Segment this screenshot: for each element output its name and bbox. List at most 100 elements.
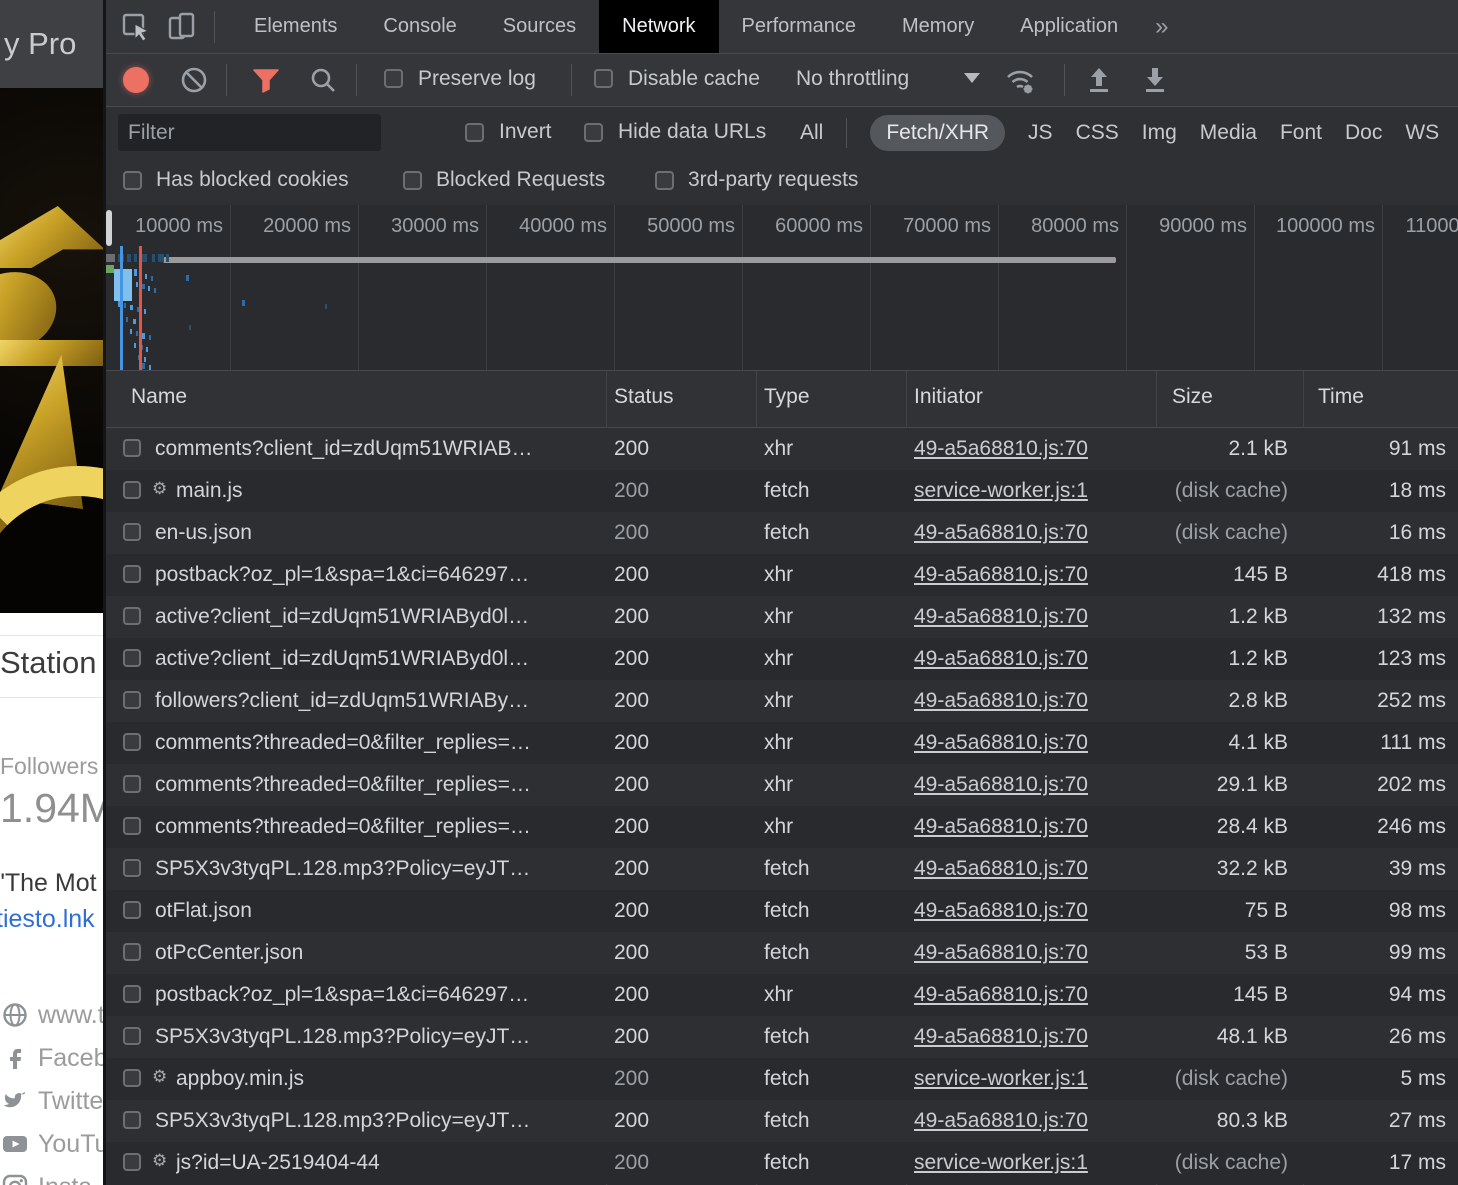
- disable-cache-checkbox[interactable]: [594, 69, 613, 88]
- row-checkbox[interactable]: [123, 943, 141, 961]
- table-row[interactable]: SP5X3v3tyqPL.128.mp3?Policy=eyJT…200fetc…: [106, 1100, 1458, 1142]
- request-initiator-link[interactable]: 49-a5a68810.js:70: [914, 521, 1088, 545]
- row-checkbox[interactable]: [123, 1069, 141, 1087]
- row-checkbox[interactable]: [123, 901, 141, 919]
- row-checkbox[interactable]: [123, 607, 141, 625]
- row-checkbox[interactable]: [123, 775, 141, 793]
- option-label[interactable]: Has blocked cookies: [156, 168, 349, 192]
- tab-network[interactable]: Network: [599, 0, 718, 53]
- checkbox[interactable]: [655, 171, 674, 190]
- request-name[interactable]: active?client_id=zdUqm51WRIAByd0l…: [155, 647, 529, 671]
- chevron-down-icon[interactable]: [964, 73, 980, 83]
- request-initiator-link[interactable]: 49-a5a68810.js:70: [914, 647, 1088, 671]
- social-link-label[interactable]: YouTu: [38, 1130, 103, 1159]
- table-row[interactable]: followers?client_id=zdUqm51WRIABy…200xhr…: [106, 680, 1458, 722]
- request-initiator-link[interactable]: 49-a5a68810.js:70: [914, 815, 1088, 839]
- tab-elements[interactable]: Elements: [231, 0, 360, 53]
- request-initiator-link[interactable]: service-worker.js:1: [914, 479, 1088, 503]
- request-name[interactable]: followers?client_id=zdUqm51WRIABy…: [155, 689, 529, 713]
- hide-data-urls-checkbox[interactable]: [584, 123, 603, 142]
- record-icon[interactable]: [123, 67, 149, 93]
- row-checkbox[interactable]: [123, 439, 141, 457]
- filter-type-font[interactable]: Font: [1280, 121, 1322, 145]
- import-har-icon[interactable]: [1084, 65, 1114, 95]
- table-row[interactable]: active?client_id=zdUqm51WRIAByd0l…200xhr…: [106, 638, 1458, 680]
- table-row[interactable]: comments?client_id=zdUqm51WRIAB…200xhr49…: [106, 428, 1458, 470]
- row-checkbox[interactable]: [123, 1111, 141, 1129]
- tab-memory[interactable]: Memory: [879, 0, 997, 53]
- social-link-item[interactable]: Insta: [0, 1170, 103, 1185]
- device-toolbar-icon[interactable]: [166, 11, 198, 43]
- filter-type-img[interactable]: Img: [1142, 121, 1177, 145]
- station-button[interactable]: Station: [0, 645, 97, 681]
- throttling-select[interactable]: No throttling: [796, 67, 909, 91]
- request-name[interactable]: otFlat.json: [155, 899, 252, 923]
- checkbox[interactable]: [123, 171, 142, 190]
- column-header-size[interactable]: Size: [1172, 385, 1213, 409]
- request-name[interactable]: comments?threaded=0&filter_replies=…: [155, 815, 531, 839]
- filter-type-ws[interactable]: WS: [1405, 121, 1439, 145]
- table-row[interactable]: postback?oz_pl=1&spa=1&ci=646297…200xhr4…: [106, 554, 1458, 596]
- tab-sources[interactable]: Sources: [480, 0, 599, 53]
- table-row[interactable]: comments?threaded=0&filter_replies=…200x…: [106, 764, 1458, 806]
- table-row[interactable]: SP5X3v3tyqPL.128.mp3?Policy=eyJT…200fetc…: [106, 848, 1458, 890]
- table-row[interactable]: postback?oz_pl=1&spa=1&ci=646297…200xhr4…: [106, 974, 1458, 1016]
- tab-application[interactable]: Application: [997, 0, 1141, 53]
- network-conditions-icon[interactable]: [1004, 64, 1036, 96]
- social-link-item[interactable]: Faceb: [0, 1041, 103, 1084]
- filter-type-css[interactable]: CSS: [1076, 121, 1119, 145]
- request-initiator-link[interactable]: 49-a5a68810.js:70: [914, 437, 1088, 461]
- filter-type-all[interactable]: All: [800, 121, 823, 145]
- filter-type-media[interactable]: Media: [1200, 121, 1257, 145]
- social-link-item[interactable]: Twitte: [0, 1084, 103, 1127]
- social-link-item[interactable]: www.t: [0, 998, 103, 1041]
- tab-performance[interactable]: Performance: [719, 0, 880, 53]
- clear-icon[interactable]: [180, 66, 208, 94]
- social-link-item[interactable]: YouTu: [0, 1127, 103, 1170]
- request-initiator-link[interactable]: 49-a5a68810.js:70: [914, 983, 1088, 1007]
- request-initiator-link[interactable]: 49-a5a68810.js:70: [914, 689, 1088, 713]
- request-name[interactable]: otPcCenter.json: [155, 941, 303, 965]
- export-har-icon[interactable]: [1140, 65, 1170, 95]
- request-name[interactable]: comments?client_id=zdUqm51WRIAB…: [155, 437, 533, 461]
- timeline-scroll-handle[interactable]: [106, 210, 112, 246]
- bio-link[interactable]: tiesto.lnk: [0, 905, 95, 934]
- filter-type-doc[interactable]: Doc: [1345, 121, 1382, 145]
- table-row[interactable]: otPcCenter.json200fetch49-a5a68810.js:70…: [106, 932, 1458, 974]
- row-checkbox[interactable]: [123, 649, 141, 667]
- column-header-name[interactable]: Name: [131, 385, 187, 409]
- row-checkbox[interactable]: [123, 691, 141, 709]
- hide-data-urls-label[interactable]: Hide data URLs: [618, 120, 766, 144]
- tab-console[interactable]: Console: [360, 0, 479, 53]
- request-name[interactable]: appboy.min.js: [176, 1067, 304, 1091]
- column-header-initiator[interactable]: Initiator: [914, 385, 983, 409]
- request-name[interactable]: comments?threaded=0&filter_replies=…: [155, 731, 531, 755]
- request-initiator-link[interactable]: 49-a5a68810.js:70: [914, 1109, 1088, 1133]
- request-initiator-link[interactable]: 49-a5a68810.js:70: [914, 731, 1088, 755]
- table-row[interactable]: comments?threaded=0&filter_replies=…200x…: [106, 806, 1458, 848]
- disable-cache-label[interactable]: Disable cache: [628, 67, 760, 91]
- option-label[interactable]: 3rd-party requests: [688, 168, 858, 192]
- column-header-time[interactable]: Time: [1318, 385, 1364, 409]
- request-initiator-link[interactable]: 49-a5a68810.js:70: [914, 1025, 1088, 1049]
- request-name[interactable]: SP5X3v3tyqPL.128.mp3?Policy=eyJT…: [155, 1025, 530, 1049]
- filter-input[interactable]: [118, 114, 381, 151]
- request-initiator-link[interactable]: 49-a5a68810.js:70: [914, 857, 1088, 881]
- preserve-log-checkbox[interactable]: [384, 69, 403, 88]
- table-row[interactable]: active?client_id=zdUqm51WRIAByd0l…200xhr…: [106, 596, 1458, 638]
- request-initiator-link[interactable]: 49-a5a68810.js:70: [914, 941, 1088, 965]
- request-name[interactable]: SP5X3v3tyqPL.128.mp3?Policy=eyJT…: [155, 857, 530, 881]
- request-initiator-link[interactable]: service-worker.js:1: [914, 1067, 1088, 1091]
- table-row[interactable]: comments?threaded=0&filter_replies=…200x…: [106, 722, 1458, 764]
- row-checkbox[interactable]: [123, 733, 141, 751]
- request-initiator-link[interactable]: 49-a5a68810.js:70: [914, 563, 1088, 587]
- social-link-label[interactable]: www.t: [38, 1001, 103, 1030]
- request-name[interactable]: main.js: [176, 479, 243, 503]
- request-initiator-link[interactable]: 49-a5a68810.js:70: [914, 773, 1088, 797]
- preserve-log-label[interactable]: Preserve log: [418, 67, 536, 91]
- social-link-label[interactable]: Faceb: [38, 1044, 103, 1073]
- table-row[interactable]: otFlat.json200fetch49-a5a68810.js:7075 B…: [106, 890, 1458, 932]
- search-icon[interactable]: [309, 66, 337, 94]
- request-name[interactable]: en-us.json: [155, 521, 252, 545]
- more-tabs-icon[interactable]: »: [1155, 13, 1168, 41]
